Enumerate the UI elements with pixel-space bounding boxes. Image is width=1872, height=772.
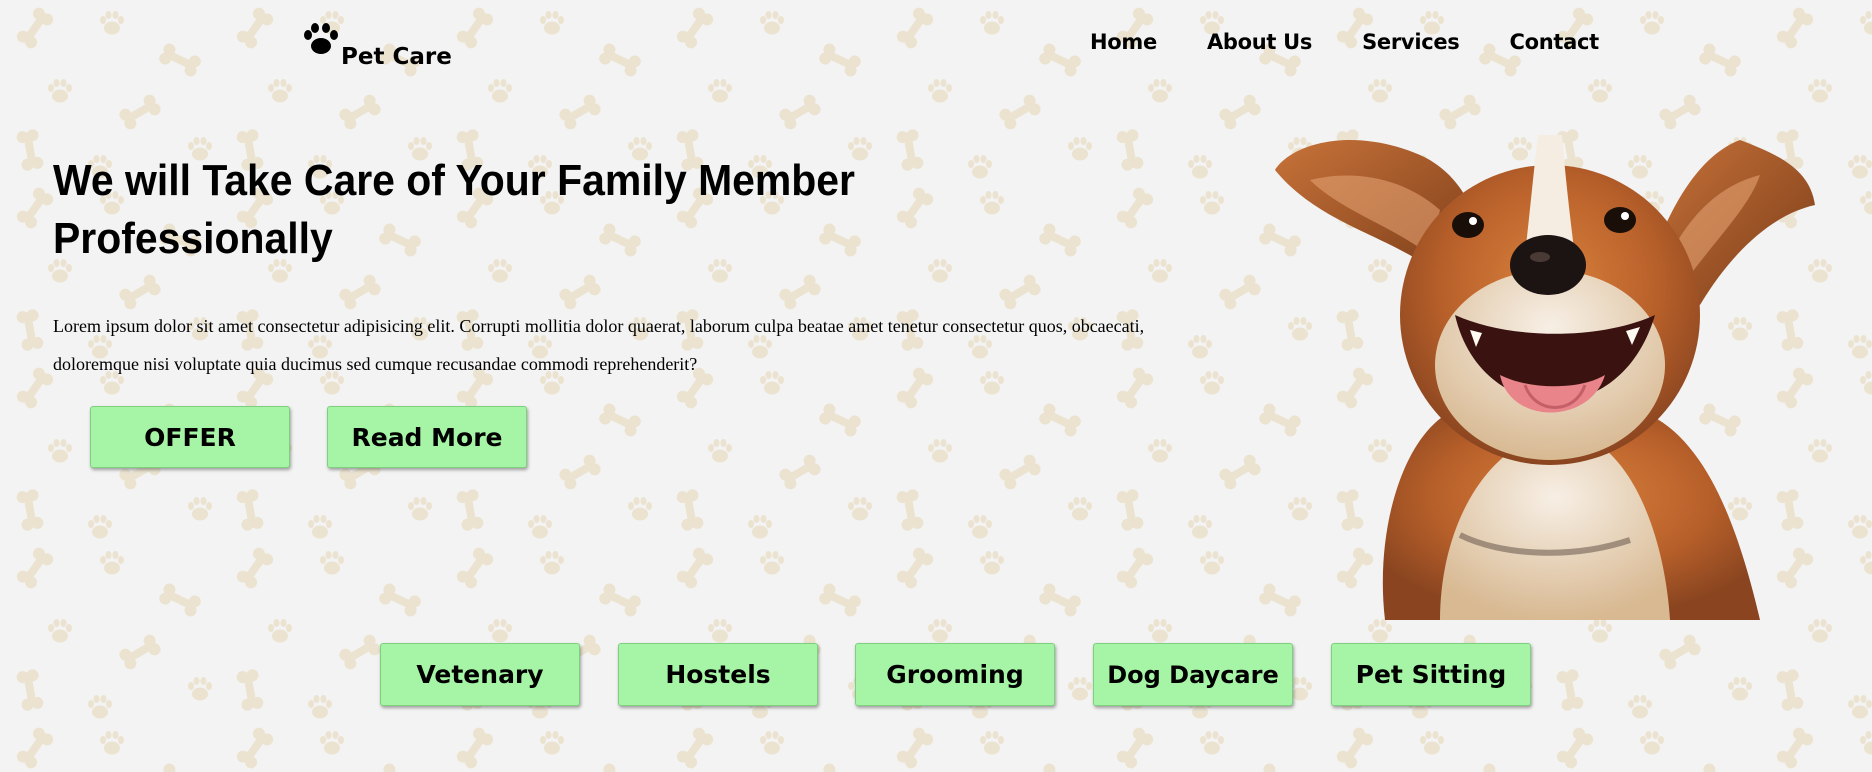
nav-item-home[interactable]: Home <box>1090 30 1157 54</box>
service-button-dog-daycare[interactable]: Dog Daycare <box>1093 643 1293 706</box>
nav-item-contact[interactable]: Contact <box>1510 30 1600 54</box>
service-button-hostels[interactable]: Hostels <box>618 643 818 706</box>
nav-item-services[interactable]: Services <box>1362 30 1460 54</box>
hero-title: We will Take Care of Your Family Member … <box>53 156 855 263</box>
hero-description: Lorem ipsum dolor sit amet consectetur a… <box>53 316 1145 374</box>
nav-item-about-us[interactable]: About Us <box>1207 30 1312 54</box>
main-nav: Home About Us Services Contact <box>1090 30 1599 54</box>
service-button-vetenary[interactable]: Vetenary <box>380 643 580 706</box>
offer-button[interactable]: OFFER <box>90 406 290 468</box>
read-more-button[interactable]: Read More <box>327 406 527 468</box>
service-button-pet-sitting[interactable]: Pet Sitting <box>1331 643 1531 706</box>
paw-icon <box>304 23 338 54</box>
happy-dog-image <box>1275 135 1815 620</box>
brand-name: Pet Care <box>341 44 452 70</box>
service-button-grooming[interactable]: Grooming <box>855 643 1055 706</box>
